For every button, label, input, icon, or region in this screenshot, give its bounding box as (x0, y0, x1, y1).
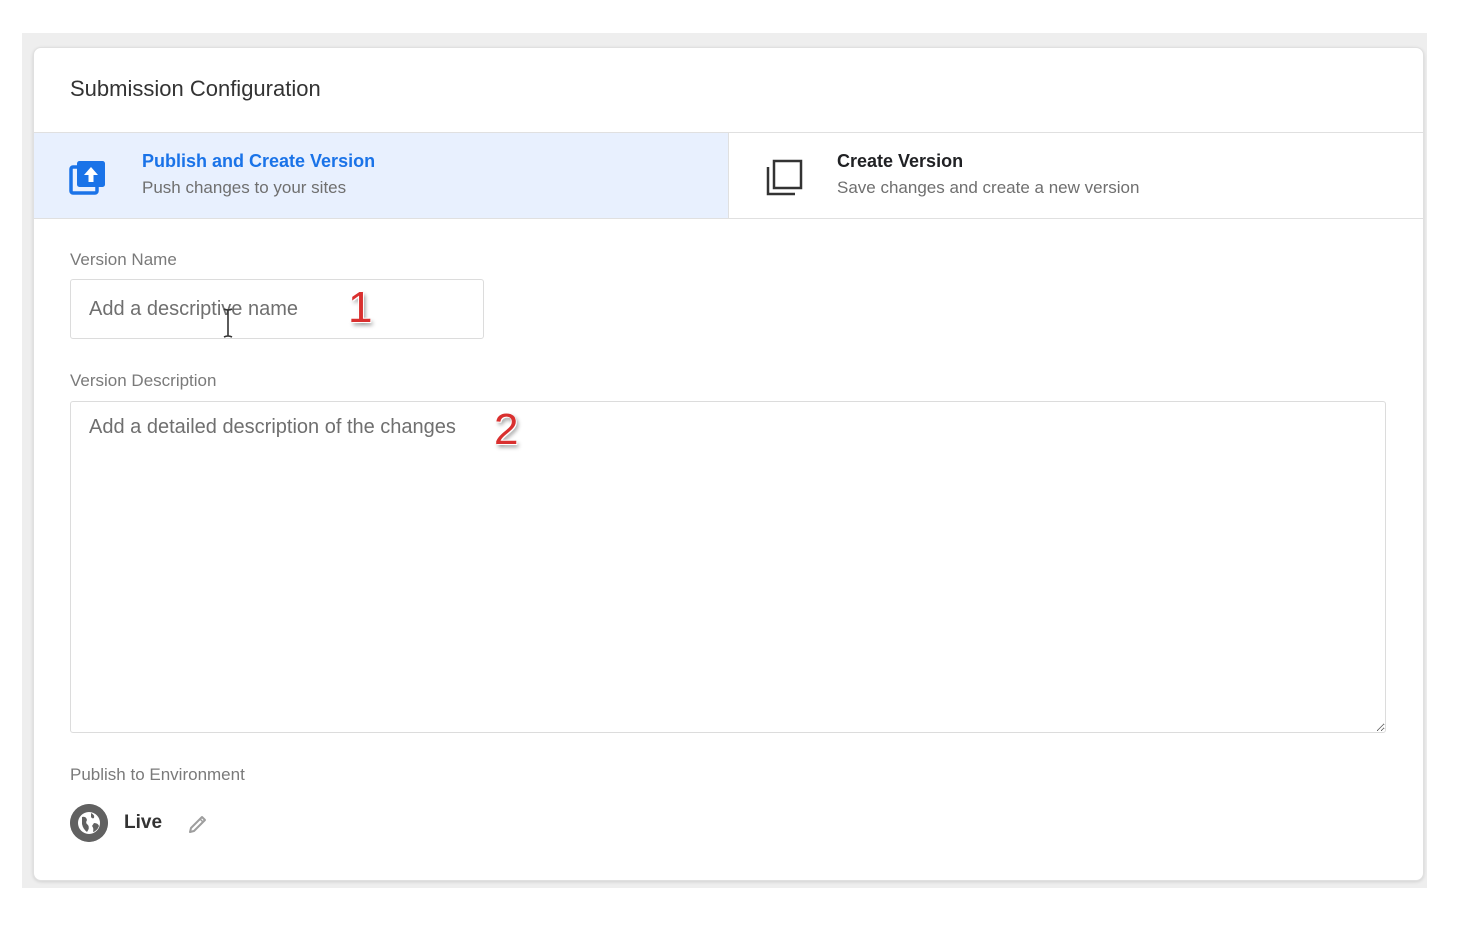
option-subtitle: Save changes and create a new version (837, 178, 1140, 197)
submission-configuration-card: Submission Configuration Publish and Cre… (33, 47, 1424, 881)
text-cursor-icon (223, 308, 233, 338)
submission-type-options: Publish and Create Version Push changes … (34, 133, 1423, 219)
option-subtitle: Push changes to your sites (142, 178, 347, 197)
version-description-textarea[interactable] (70, 401, 1386, 733)
copy-version-icon (766, 159, 803, 196)
pencil-icon[interactable] (187, 813, 209, 835)
environment-selector: Live (70, 804, 270, 844)
option-title: Publish and Create Version (142, 151, 376, 171)
globe-icon (70, 804, 108, 842)
page-backdrop: Submission Configuration Publish and Cre… (22, 33, 1427, 888)
option-publish-and-create-version[interactable]: Publish and Create Version Push changes … (34, 133, 728, 218)
version-name-input[interactable] (70, 279, 484, 339)
environment-name: Live (124, 812, 163, 833)
option-create-version[interactable]: Create Version Save changes and create a… (728, 133, 1423, 218)
card-title: Submission Configuration (70, 76, 321, 101)
annotation-step-2: 2 (494, 405, 519, 454)
publish-upload-icon (69, 161, 105, 195)
annotation-step-1: 1 (348, 283, 373, 332)
option-title: Create Version (837, 151, 964, 171)
version-name-label: Version Name (70, 250, 177, 269)
card-header: Submission Configuration (34, 48, 1423, 133)
version-description-label: Version Description (70, 371, 217, 390)
publish-environment-label: Publish to Environment (70, 765, 245, 784)
